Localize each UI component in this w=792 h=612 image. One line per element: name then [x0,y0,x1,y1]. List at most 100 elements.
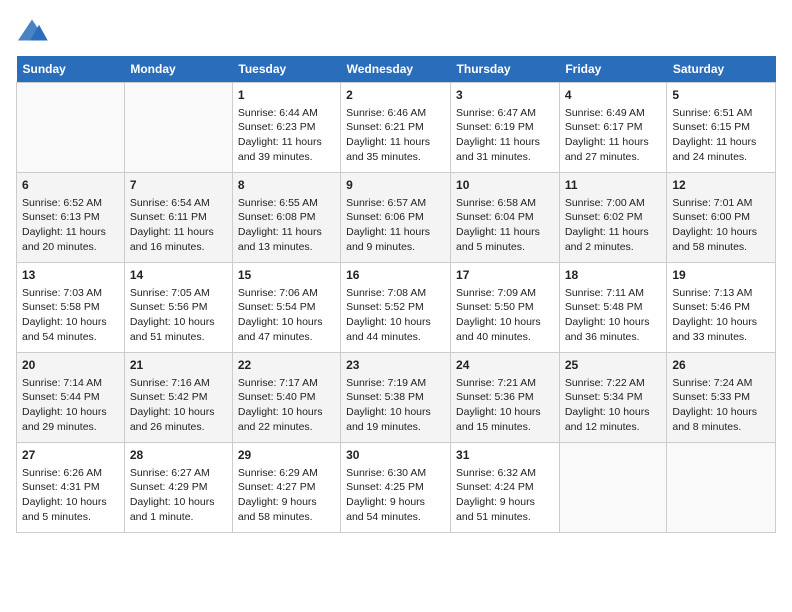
day-number: 30 [346,447,445,464]
calendar-cell: 7 Sunrise: 6:54 AMSunset: 6:11 PMDaylight… [124,173,232,263]
day-header-sunday: Sunday [17,56,125,83]
day-info: Sunrise: 7:03 AMSunset: 5:58 PMDaylight:… [22,286,119,345]
calendar-week-row: 13 Sunrise: 7:03 AMSunset: 5:58 PMDayligh… [17,263,776,353]
day-info: Sunrise: 6:26 AMSunset: 4:31 PMDaylight:… [22,466,119,525]
day-number: 20 [22,357,119,374]
day-number: 26 [672,357,770,374]
calendar-cell: 18Sunrise: 7:11 AMSunset: 5:48 PMDayligh… [559,263,667,353]
day-number: 4 [565,87,662,104]
day-number: 15 [238,267,335,284]
day-number: 10 [456,177,554,194]
day-info: Sunrise: 6:55 AMSunset: 6:08 PMDaylight:… [238,196,335,255]
day-header-thursday: Thursday [451,56,560,83]
calendar-week-row: 1 Sunrise: 6:44 AMSunset: 6:23 PMDaylight… [17,83,776,173]
day-info: Sunrise: 7:21 AMSunset: 5:36 PMDaylight:… [456,376,554,435]
calendar-week-row: 27Sunrise: 6:26 AMSunset: 4:31 PMDayligh… [17,443,776,533]
day-info: Sunrise: 7:13 AMSunset: 5:46 PMDaylight:… [672,286,770,345]
calendar-cell: 3 Sunrise: 6:47 AMSunset: 6:19 PMDaylight… [451,83,560,173]
day-info: Sunrise: 7:06 AMSunset: 5:54 PMDaylight:… [238,286,335,345]
day-number: 9 [346,177,445,194]
day-info: Sunrise: 6:54 AMSunset: 6:11 PMDaylight:… [130,196,227,255]
day-number: 13 [22,267,119,284]
day-info: Sunrise: 7:05 AMSunset: 5:56 PMDaylight:… [130,286,227,345]
calendar-cell: 5 Sunrise: 6:51 AMSunset: 6:15 PMDaylight… [667,83,776,173]
calendar-cell: 27Sunrise: 6:26 AMSunset: 4:31 PMDayligh… [17,443,125,533]
day-number: 5 [672,87,770,104]
calendar-cell: 29 Sunrise: 6:29 AMSunset: 4:27 PMDayligh… [232,443,340,533]
day-number: 18 [565,267,662,284]
day-number: 21 [130,357,227,374]
day-number: 16 [346,267,445,284]
calendar-cell: 31 Sunrise: 6:32 AMSunset: 4:24 PMDayligh… [451,443,560,533]
day-info: Sunrise: 6:51 AMSunset: 6:15 PMDaylight:… [672,106,770,165]
day-number: 17 [456,267,554,284]
day-number: 8 [238,177,335,194]
day-number: 29 [238,447,335,464]
day-number: 28 [130,447,227,464]
calendar-cell: 23 Sunrise: 7:19 AMSunset: 5:38 PMDayligh… [341,353,451,443]
calendar-week-row: 20 Sunrise: 7:14 AMSunset: 5:44 PMDayligh… [17,353,776,443]
day-info: Sunrise: 7:08 AMSunset: 5:52 PMDaylight:… [346,286,445,345]
calendar-cell: 28Sunrise: 6:27 AMSunset: 4:29 PMDayligh… [124,443,232,533]
day-info: Sunrise: 7:24 AMSunset: 5:33 PMDaylight:… [672,376,770,435]
day-info: Sunrise: 7:19 AMSunset: 5:38 PMDaylight:… [346,376,445,435]
calendar-cell: 10Sunrise: 6:58 AMSunset: 6:04 PMDayligh… [451,173,560,263]
calendar-cell: 20 Sunrise: 7:14 AMSunset: 5:44 PMDayligh… [17,353,125,443]
calendar-cell [124,83,232,173]
day-info: Sunrise: 7:16 AMSunset: 5:42 PMDaylight:… [130,376,227,435]
calendar-cell: 9Sunrise: 6:57 AMSunset: 6:06 PMDaylight… [341,173,451,263]
calendar-cell: 6Sunrise: 6:52 AMSunset: 6:13 PMDaylight… [17,173,125,263]
day-number: 14 [130,267,227,284]
day-number: 2 [346,87,445,104]
calendar-cell [17,83,125,173]
calendar-cell: 24 Sunrise: 7:21 AMSunset: 5:36 PMDayligh… [451,353,560,443]
day-number: 3 [456,87,554,104]
calendar-table: SundayMondayTuesdayWednesdayThursdayFrid… [16,56,776,533]
calendar-cell: 13 Sunrise: 7:03 AMSunset: 5:58 PMDayligh… [17,263,125,353]
calendar-cell: 21 Sunrise: 7:16 AMSunset: 5:42 PMDayligh… [124,353,232,443]
page-header [16,16,776,44]
day-info: Sunrise: 6:32 AMSunset: 4:24 PMDaylight:… [456,466,554,525]
calendar-cell: 11Sunrise: 7:00 AMSunset: 6:02 PMDayligh… [559,173,667,263]
calendar-cell [559,443,667,533]
day-number: 11 [565,177,662,194]
day-info: Sunrise: 7:22 AMSunset: 5:34 PMDaylight:… [565,376,662,435]
calendar-cell: 30 Sunrise: 6:30 AMSunset: 4:25 PMDayligh… [341,443,451,533]
day-info: Sunrise: 7:01 AMSunset: 6:00 PMDaylight:… [672,196,770,255]
calendar-header-row: SundayMondayTuesdayWednesdayThursdayFrid… [17,56,776,83]
calendar-cell: 17Sunrise: 7:09 AMSunset: 5:50 PMDayligh… [451,263,560,353]
day-number: 1 [238,87,335,104]
calendar-cell: 15 Sunrise: 7:06 AMSunset: 5:54 PMDayligh… [232,263,340,353]
calendar-cell: 25 Sunrise: 7:22 AMSunset: 5:34 PMDayligh… [559,353,667,443]
day-number: 7 [130,177,227,194]
day-number: 19 [672,267,770,284]
day-info: Sunrise: 7:14 AMSunset: 5:44 PMDaylight:… [22,376,119,435]
calendar-cell: 12 Sunrise: 7:01 AMSunset: 6:00 PMDayligh… [667,173,776,263]
day-info: Sunrise: 6:30 AMSunset: 4:25 PMDaylight:… [346,466,445,525]
calendar-cell: 22Sunrise: 7:17 AMSunset: 5:40 PMDayligh… [232,353,340,443]
day-info: Sunrise: 7:17 AMSunset: 5:40 PMDaylight:… [238,376,335,435]
day-header-friday: Friday [559,56,667,83]
logo [16,16,52,44]
day-number: 31 [456,447,554,464]
calendar-cell: 1 Sunrise: 6:44 AMSunset: 6:23 PMDaylight… [232,83,340,173]
day-header-monday: Monday [124,56,232,83]
day-number: 12 [672,177,770,194]
day-number: 6 [22,177,119,194]
calendar-cell: 19 Sunrise: 7:13 AMSunset: 5:46 PMDayligh… [667,263,776,353]
day-header-wednesday: Wednesday [341,56,451,83]
calendar-cell: 4 Sunrise: 6:49 AMSunset: 6:17 PMDaylight… [559,83,667,173]
calendar-cell: 8 Sunrise: 6:55 AMSunset: 6:08 PMDaylight… [232,173,340,263]
calendar-cell: 14 Sunrise: 7:05 AMSunset: 5:56 PMDayligh… [124,263,232,353]
day-info: Sunrise: 6:29 AMSunset: 4:27 PMDaylight:… [238,466,335,525]
calendar-week-row: 6Sunrise: 6:52 AMSunset: 6:13 PMDaylight… [17,173,776,263]
day-number: 25 [565,357,662,374]
day-number: 24 [456,357,554,374]
calendar-cell: 2Sunrise: 6:46 AMSunset: 6:21 PMDaylight… [341,83,451,173]
calendar-cell: 16 Sunrise: 7:08 AMSunset: 5:52 PMDayligh… [341,263,451,353]
day-info: Sunrise: 6:44 AMSunset: 6:23 PMDaylight:… [238,106,335,165]
day-info: Sunrise: 6:47 AMSunset: 6:19 PMDaylight:… [456,106,554,165]
day-number: 23 [346,357,445,374]
day-info: Sunrise: 6:49 AMSunset: 6:17 PMDaylight:… [565,106,662,165]
logo-icon [16,16,48,44]
